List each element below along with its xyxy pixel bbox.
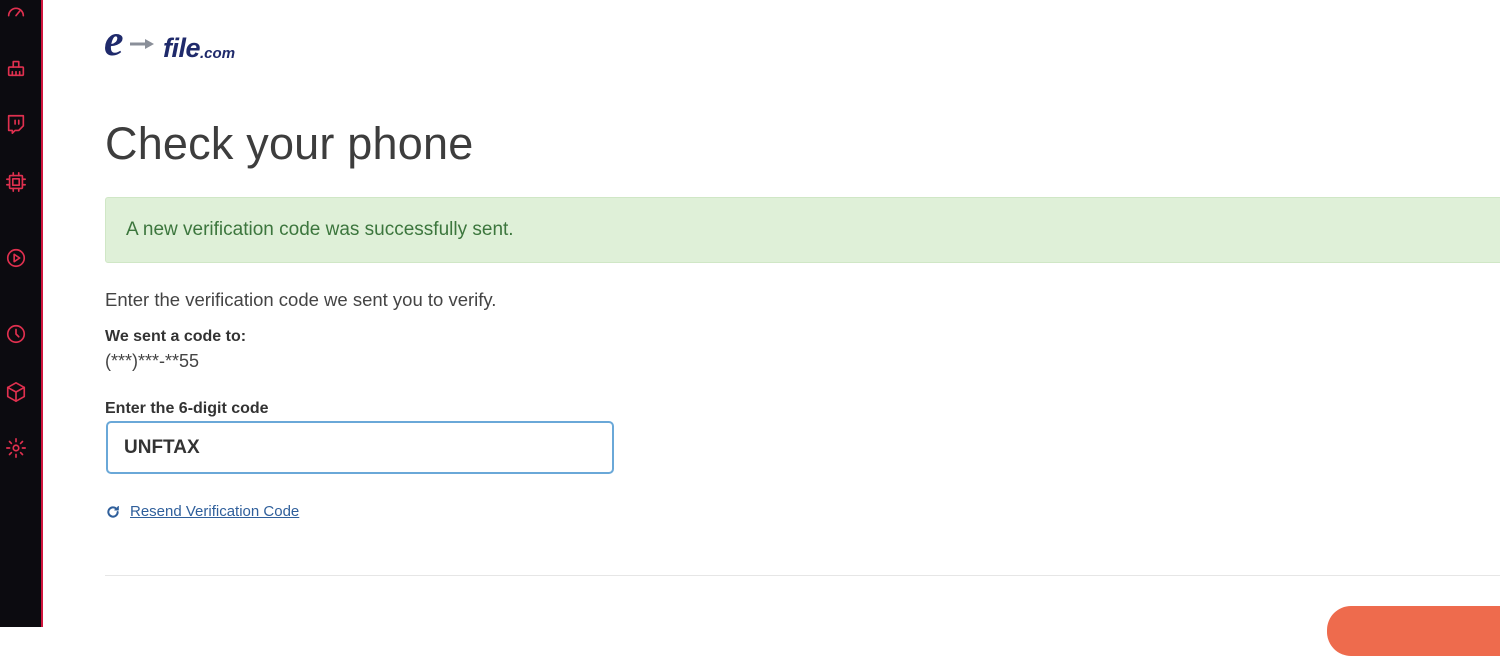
clock-icon[interactable] [4, 322, 28, 346]
logo-word: file [163, 33, 201, 63]
chip-icon[interactable] [4, 170, 28, 194]
broom-icon[interactable] [4, 56, 28, 80]
cube-icon[interactable] [4, 380, 28, 404]
masked-phone-number: (***)***-**55 [105, 351, 200, 371]
browser-sidebar [0, 0, 43, 627]
resend-verification-link[interactable]: Resend Verification Code [105, 503, 299, 520]
resend-link-text[interactable]: Resend Verification Code [130, 503, 299, 520]
twitch-icon[interactable] [4, 112, 28, 136]
logo-tld: .com [200, 45, 236, 62]
section-divider [105, 575, 1500, 576]
efile-logo-mark: e [104, 22, 154, 62]
page-title: Check your phone [105, 118, 474, 169]
play-circle-icon[interactable] [4, 246, 28, 270]
refresh-icon [107, 505, 119, 518]
efile-logo[interactable]: e file .com [104, 20, 235, 62]
speedometer-icon[interactable] [4, 0, 28, 24]
gear-icon[interactable] [4, 436, 28, 460]
verification-code-input[interactable] [106, 421, 614, 474]
success-alert-message: A new verification code was successfully… [126, 219, 514, 240]
success-alert: A new verification code was successfully… [105, 197, 1500, 263]
svg-text:e: e [104, 22, 124, 62]
code-input-label: Enter the 6-digit code [105, 400, 269, 417]
verification-instruction: Enter the verification code we sent you … [105, 289, 497, 310]
sent-to-label: We sent a code to: [105, 328, 247, 345]
continue-button[interactable] [1327, 606, 1500, 656]
